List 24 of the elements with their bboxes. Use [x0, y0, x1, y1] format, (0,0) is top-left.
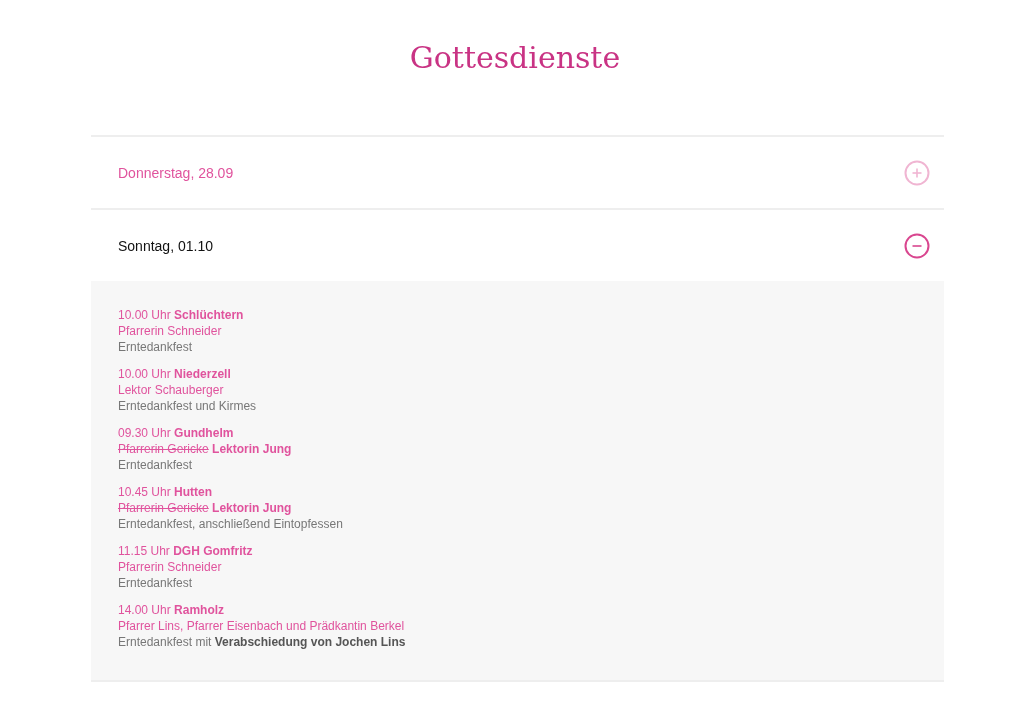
service-note: Erntedankfest	[118, 339, 194, 355]
service-note: Erntedankfest	[118, 575, 194, 591]
officiant-text: Pfarrerin Gericke Lektorin Jung	[118, 441, 293, 457]
officiant-text: Pfarrerin Gericke Lektorin Jung	[118, 500, 293, 516]
officiant-text: Lektor Schauberger	[118, 382, 225, 398]
service-time-place: 10.00 Uhr Niederzell	[118, 366, 232, 382]
day-header[interactable]: Sonntag, 01.10	[91, 210, 944, 281]
service-note: Erntedankfest, anschließend Eintopfessen	[118, 516, 344, 532]
minus-circle-icon[interactable]	[904, 232, 930, 259]
service-note: Erntedankfest	[118, 457, 194, 473]
officiant-text: Pfarrer Lins, Pfarrer Eisenbach und Prädkantin Berkel	[118, 618, 406, 634]
day-label: Donnerstag, 28.09	[118, 164, 234, 181]
service-time-place: 09.30 Uhr Gundhelm	[118, 425, 235, 441]
service-time-place: 14.00 Uhr Ramholz	[118, 602, 226, 618]
day-label: Sonntag, 01.10	[118, 237, 213, 254]
page-title: Gottesdienste	[408, 39, 622, 77]
service-time-place: 10.45 Uhr Hutten	[118, 484, 214, 500]
service-note: Erntedankfest und Kirmes	[118, 398, 258, 414]
service-time-place: 10.00 Uhr Schlüchtern	[118, 307, 245, 323]
service-note: Erntedankfest mit Verabschiedung von Jochen Lins	[118, 634, 407, 650]
service-time-place: 11.15 Uhr DGH Gomfritz	[118, 543, 254, 559]
day-header[interactable]: Donnerstag, 28.09	[91, 137, 944, 208]
officiant-text: Pfarrerin Schneider	[118, 323, 223, 339]
officiant-text: Pfarrerin Schneider	[118, 559, 223, 575]
